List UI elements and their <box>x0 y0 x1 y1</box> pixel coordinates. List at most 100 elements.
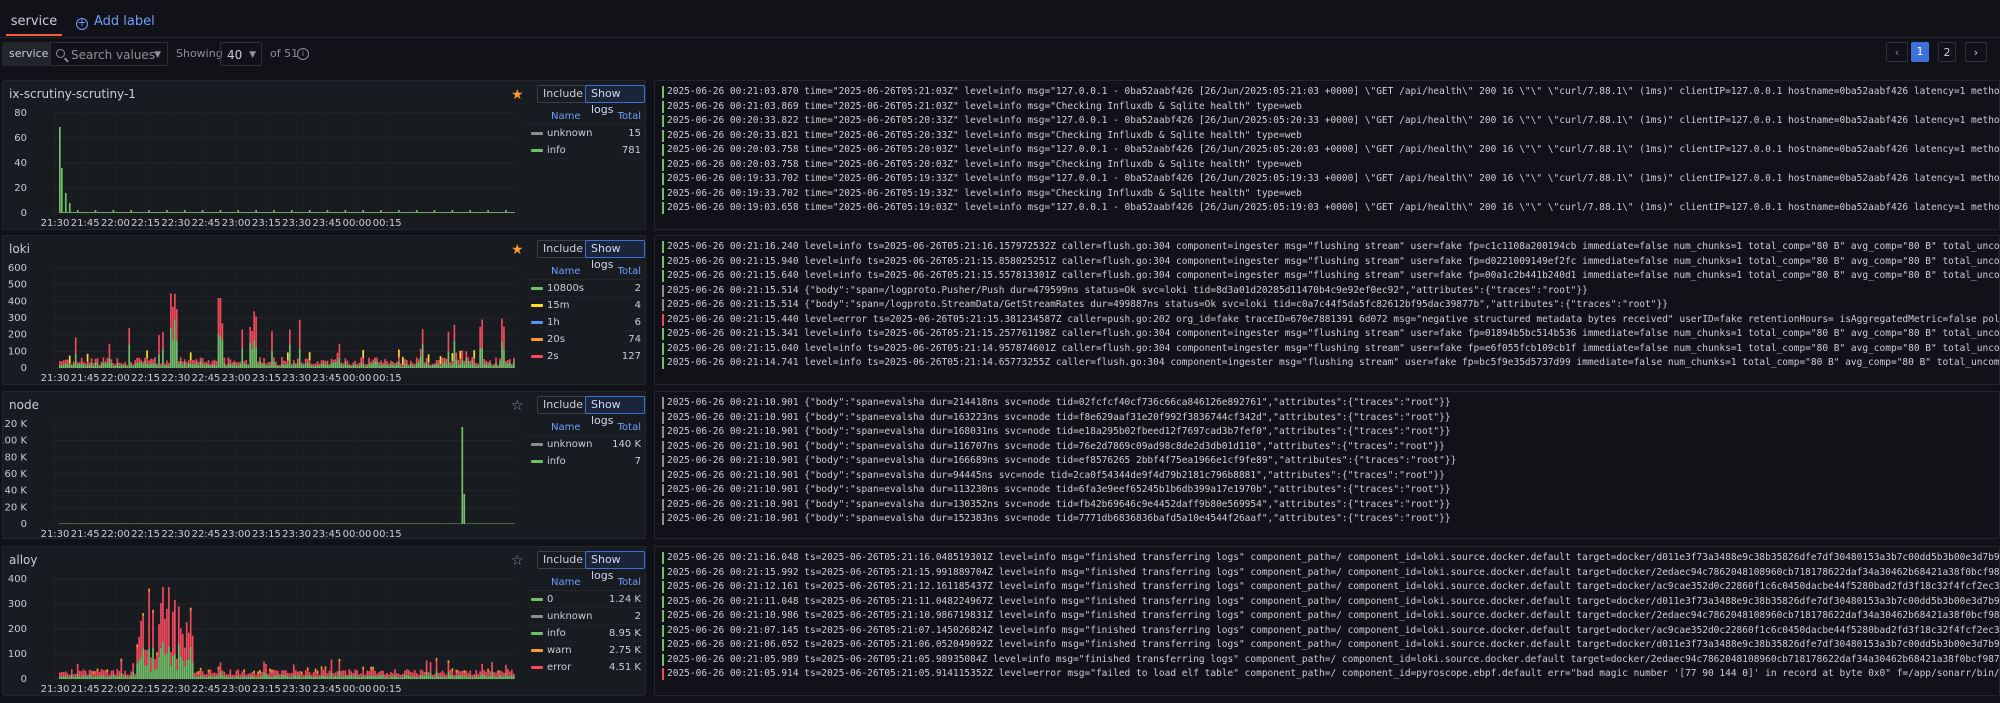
log-line[interactable]: 2025-06-26 00:21:11.048 ts=2025-06-26T05… <box>655 595 1999 610</box>
log-line[interactable]: 2025-06-26 00:21:10.901 {"body":"span=ev… <box>655 440 1999 455</box>
volume-bar <box>126 366 129 368</box>
legend-header-name[interactable]: Name <box>551 266 581 277</box>
log-line[interactable]: 2025-06-26 00:21:14.741 level=info ts=20… <box>655 356 1999 371</box>
log-line[interactable]: 2025-06-26 00:20:33.821 time="2025-06-26… <box>655 129 1999 144</box>
tab-service[interactable]: service <box>6 8 62 36</box>
log-line[interactable]: 2025-06-26 00:21:16.240 level=info ts=20… <box>655 240 1999 255</box>
show-logs-button[interactable]: Show logs <box>585 551 645 582</box>
legend-row[interactable]: 15m 4 <box>527 297 643 314</box>
volume-bar <box>148 210 150 213</box>
log-line[interactable]: 2025-06-26 00:21:05.914 ts=2025-06-26T05… <box>655 667 1999 682</box>
volume-bar <box>197 361 200 366</box>
log-line[interactable]: 2025-06-26 00:21:15.992 ts=2025-06-26T05… <box>655 566 1999 581</box>
volume-bar <box>415 210 418 213</box>
legend-row[interactable]: warn 2.75 K <box>527 642 643 659</box>
legend-row[interactable]: 10800s 2 <box>527 280 643 297</box>
legend-row[interactable]: 2s 127 <box>527 348 643 365</box>
log-panel[interactable]: 2025-06-26 00:21:16.240 level=info ts=20… <box>654 235 2000 385</box>
page-size-select[interactable]: 40 ▼ <box>220 42 262 66</box>
legend-row[interactable]: 0 1.24 K <box>527 591 643 608</box>
log-line[interactable]: 2025-06-26 00:20:03.758 time="2025-06-26… <box>655 158 1999 173</box>
legend-header-name[interactable]: Name <box>551 577 581 588</box>
log-line[interactable]: 2025-06-26 00:20:33.822 time="2025-06-26… <box>655 114 1999 129</box>
legend-row[interactable]: info 7 <box>527 453 643 470</box>
volume-bar <box>183 523 186 524</box>
log-line[interactable]: 2025-06-26 00:21:15.514 {"body":"span=/l… <box>655 298 1999 313</box>
log-line[interactable]: 2025-06-26 00:21:10.986 ts=2025-06-26T05… <box>655 609 1999 624</box>
log-line[interactable]: 2025-06-26 00:20:03.758 time="2025-06-26… <box>655 143 1999 158</box>
log-line[interactable]: 2025-06-26 00:21:03.869 time="2025-06-26… <box>655 100 1999 115</box>
legend-row[interactable]: unknown 15 <box>527 125 643 142</box>
log-line[interactable]: 2025-06-26 00:21:10.901 {"body":"span=ev… <box>655 454 1999 469</box>
add-label-button[interactable]: + Add label <box>76 8 155 36</box>
log-panel[interactable]: 2025-06-26 00:21:10.901 {"body":"span=ev… <box>654 391 2000 539</box>
legend-row[interactable]: unknown 2 <box>527 608 643 625</box>
prev-page-button[interactable]: ‹ <box>1886 42 1908 62</box>
legend-header-total[interactable]: Total <box>618 111 641 122</box>
search-input[interactable]: Search values ▼ <box>50 42 168 66</box>
log-line[interactable]: 2025-06-26 00:21:10.901 {"body":"span=ev… <box>655 483 1999 498</box>
legend-row[interactable]: error 4.51 K <box>527 659 643 676</box>
service-panel: alloy ☆ Include Show logs 400 300 200 100 0 2… <box>2 546 646 696</box>
include-button[interactable]: Include <box>537 85 590 103</box>
volume-bar <box>170 652 172 666</box>
log-line[interactable]: 2025-06-26 00:19:33.702 time="2025-06-26… <box>655 172 1999 187</box>
log-line[interactable]: 2025-06-26 00:21:12.161 ts=2025-06-26T05… <box>655 580 1999 595</box>
legend-row[interactable]: info 8.95 K <box>527 625 643 642</box>
log-line[interactable]: 2025-06-26 00:21:15.440 level=error ts=2… <box>655 313 1999 328</box>
legend-row[interactable]: unknown 140 K <box>527 436 643 453</box>
y-tick-label: 400 <box>8 296 27 307</box>
volume-bar <box>259 360 261 368</box>
log-line[interactable]: 2025-06-26 00:21:10.901 {"body":"span=ev… <box>655 396 1999 411</box>
info-icon[interactable]: i <box>297 48 309 60</box>
include-button[interactable]: Include <box>537 240 590 258</box>
show-logs-button[interactable]: Show logs <box>585 85 645 116</box>
log-line[interactable]: 2025-06-26 00:21:15.940 level=info ts=20… <box>655 255 1999 270</box>
log-line[interactable]: 2025-06-26 00:21:03.870 time="2025-06-26… <box>655 85 1999 100</box>
log-panel[interactable]: 2025-06-26 00:21:16.048 ts=2025-06-26T05… <box>654 546 2000 696</box>
volume-bar <box>126 674 129 678</box>
log-line[interactable]: 2025-06-26 00:19:03.658 time="2025-06-26… <box>655 201 1999 216</box>
legend-header-total[interactable]: Total <box>618 422 641 433</box>
legend-row[interactable]: 1h 6 <box>527 314 643 331</box>
volume-bar <box>294 363 297 366</box>
log-line[interactable]: 2025-06-26 00:21:10.901 {"body":"span=ev… <box>655 469 1999 484</box>
legend-row[interactable]: info 781 <box>527 142 643 159</box>
log-line[interactable]: 2025-06-26 00:19:33.702 time="2025-06-26… <box>655 187 1999 202</box>
show-logs-button[interactable]: Show logs <box>585 240 645 271</box>
log-line[interactable]: 2025-06-26 00:21:10.901 {"body":"span=ev… <box>655 512 1999 527</box>
volume-bar <box>443 523 446 524</box>
log-line[interactable]: 2025-06-26 00:21:05.989 ts=2025-06-26T05… <box>655 653 1999 668</box>
x-tick-label: 23:45 <box>312 529 341 540</box>
log-line[interactable]: 2025-06-26 00:21:10.901 {"body":"span=ev… <box>655 411 1999 426</box>
volume-bar <box>461 427 464 524</box>
legend-header-total[interactable]: Total <box>618 266 641 277</box>
volume-bar <box>372 362 374 368</box>
page-2-button[interactable]: 2 <box>1938 42 1956 62</box>
volume-bar <box>225 366 228 368</box>
log-line[interactable]: 2025-06-26 00:21:10.901 {"body":"span=ev… <box>655 425 1999 440</box>
legend-header-total[interactable]: Total <box>618 577 641 588</box>
volume-bar <box>509 676 511 679</box>
next-page-button[interactable]: › <box>1965 42 1987 62</box>
legend-header-name[interactable]: Name <box>551 422 581 433</box>
log-line[interactable]: 2025-06-26 00:21:10.901 {"body":"span=ev… <box>655 498 1999 513</box>
log-line[interactable]: 2025-06-26 00:21:15.341 level=info ts=20… <box>655 327 1999 342</box>
log-line[interactable]: 2025-06-26 00:21:15.640 level=info ts=20… <box>655 269 1999 284</box>
log-line[interactable]: 2025-06-26 00:21:15.514 {"body":"span=/l… <box>655 284 1999 299</box>
log-line[interactable]: 2025-06-26 00:21:16.048 ts=2025-06-26T05… <box>655 551 1999 566</box>
include-button[interactable]: Include <box>537 551 590 569</box>
log-level-bar <box>662 498 664 511</box>
log-panel[interactable]: 2025-06-26 00:21:03.870 time="2025-06-26… <box>654 80 2000 230</box>
volume-bar <box>207 672 210 677</box>
log-line[interactable]: 2025-06-26 00:21:15.040 level=info ts=20… <box>655 342 1999 357</box>
legend-header-name[interactable]: Name <box>551 111 581 122</box>
volume-bar <box>290 677 293 679</box>
page-1-button[interactable]: 1 <box>1911 42 1929 62</box>
include-button[interactable]: Include <box>537 396 590 414</box>
show-logs-button[interactable]: Show logs <box>585 396 645 427</box>
log-line[interactable]: 2025-06-26 00:21:06.052 ts=2025-06-26T05… <box>655 638 1999 653</box>
log-line[interactable]: 2025-06-26 00:21:07.145 ts=2025-06-26T05… <box>655 624 1999 639</box>
volume-bar <box>328 670 331 677</box>
legend-row[interactable]: 20s 74 <box>527 331 643 348</box>
